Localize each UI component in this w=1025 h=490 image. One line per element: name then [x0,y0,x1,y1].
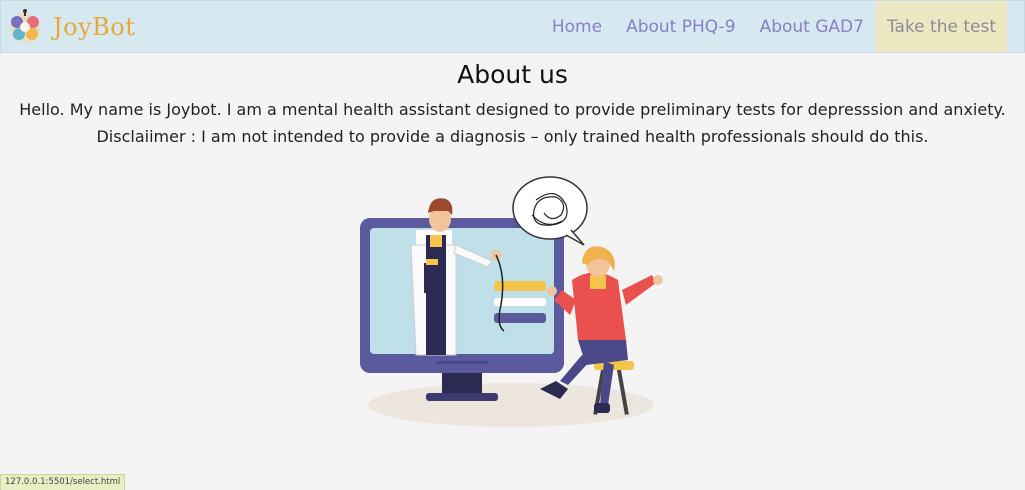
navbar: JoyBot Home About PHQ-9 About GAD7 Take … [0,0,1025,53]
nav-take-the-test[interactable]: Take the test [875,1,1007,52]
monitor-stand-base [426,393,498,401]
page: JoyBot Home About PHQ-9 About GAD7 Take … [0,0,1025,490]
monitor-stand-neck [442,373,482,395]
intro-text: Hello. My name is Joybot. I am a mental … [19,100,1006,119]
doctor-consultation-illustration [360,176,663,427]
nav-home[interactable]: Home [540,1,614,52]
status-bar-url: 127.0.0.1:5501/select.html [0,474,126,490]
screen-bar-purple [494,313,546,323]
screen-bar-yellow [494,281,546,291]
floor-shadow [368,383,654,427]
joybot-logo-icon [10,8,40,43]
nav-about-gad7[interactable]: About GAD7 [748,1,876,52]
nav-about-phq9[interactable]: About PHQ-9 [614,1,748,52]
brand-name: JoyBot [53,12,136,41]
about-section: About us Hello. My name is Joybot. I am … [0,52,1025,150]
page-title: About us [457,60,568,89]
brand[interactable]: JoyBot [7,1,135,52]
nav-links: Home About PHQ-9 About GAD7 Take the tes… [540,1,1007,52]
disclaimer-text: Disclaiimer : I am not intended to provi… [96,127,929,146]
